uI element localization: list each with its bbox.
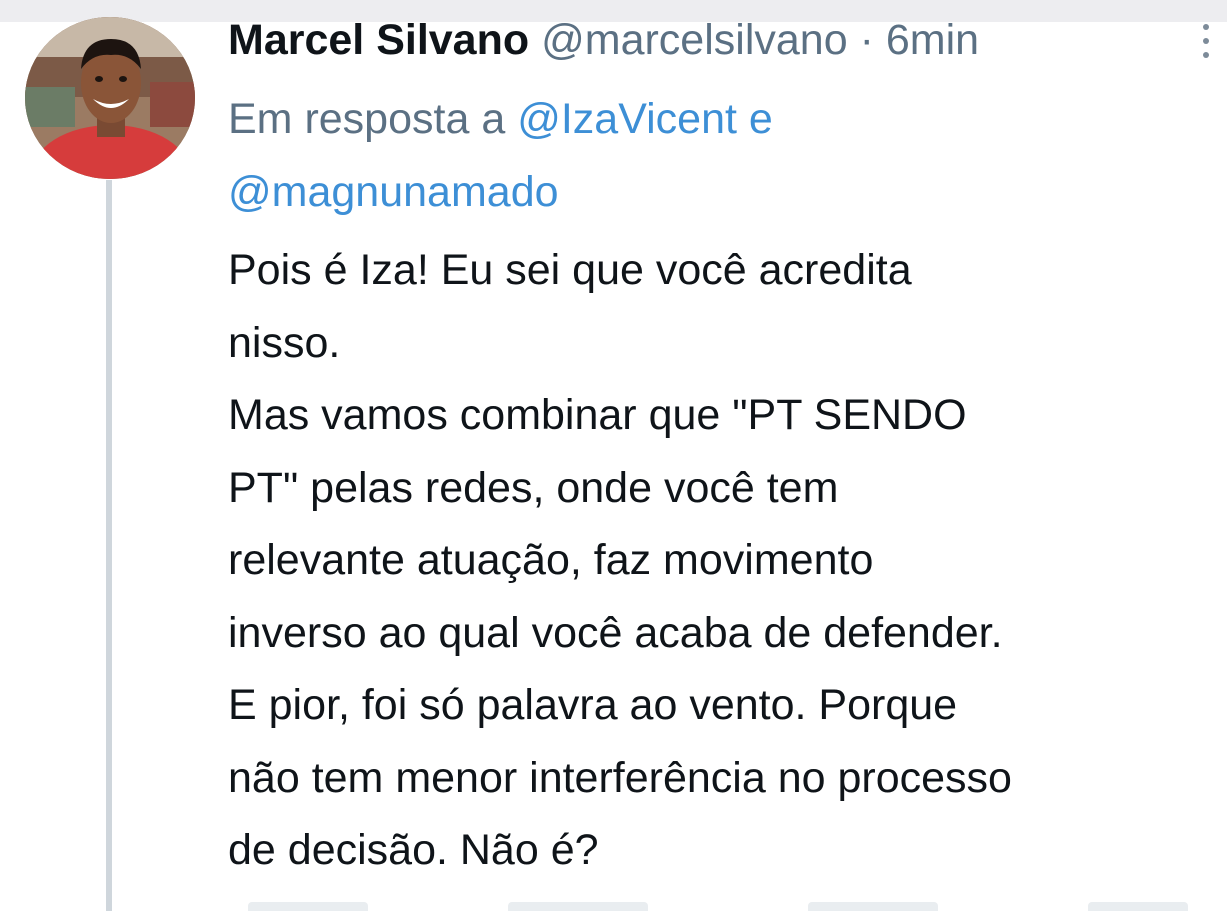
reply-context: Em resposta a @IzaVicent e @magnunamado bbox=[228, 83, 1188, 229]
author-handle[interactable]: @marcelsilvano bbox=[541, 16, 848, 64]
tweet-text-line: relevante atuação, faz movimento bbox=[228, 536, 874, 584]
tweet-text-line: inverso ao qual você acaba de defender. bbox=[228, 608, 1003, 657]
truncated-glyph bbox=[808, 902, 938, 911]
truncated-glyph bbox=[1088, 902, 1188, 911]
mention-link[interactable]: @IzaVicent bbox=[517, 95, 737, 143]
author-name[interactable]: Marcel Silvano bbox=[228, 16, 529, 64]
tweet-text-line: Mas vamos combinar que "PT SENDO bbox=[228, 391, 967, 439]
tweet-text: Pois é Iza! Eu sei que você acredita nis… bbox=[228, 234, 1227, 887]
tweet-text-line: PT" pelas redes, onde você tem bbox=[228, 463, 839, 512]
menu-dot bbox=[1203, 52, 1209, 58]
separator-dot: · bbox=[859, 16, 874, 64]
thread-line bbox=[106, 180, 112, 911]
truncated-glyph bbox=[248, 902, 368, 911]
avatar[interactable] bbox=[25, 17, 195, 179]
menu-dot bbox=[1203, 24, 1209, 30]
tweet-text-line: de decisão. Não é? bbox=[228, 826, 599, 874]
reply-joiner[interactable]: e bbox=[749, 95, 773, 143]
tweet[interactable]: Marcel Silvano @marcelsilvano · 6min Em … bbox=[0, 0, 1227, 911]
tweet-text-line: nisso. bbox=[228, 318, 341, 367]
tweet-header: Marcel Silvano @marcelsilvano · 6min bbox=[228, 14, 979, 66]
tweet-text-line: Pois é Iza! Eu sei que você acredita bbox=[228, 246, 912, 294]
mention-link[interactable]: @magnunamado bbox=[228, 168, 559, 216]
more-vertical-icon[interactable] bbox=[1198, 24, 1214, 70]
avatar-photo bbox=[25, 17, 195, 179]
menu-dot bbox=[1203, 38, 1209, 44]
reply-prefix: Em resposta a bbox=[228, 95, 506, 143]
timestamp[interactable]: 6min bbox=[886, 16, 979, 64]
tweet-text-line: E pior, foi só palavra ao vento. Porque bbox=[228, 681, 958, 729]
tweet-text-line: não tem menor interferência no processo bbox=[228, 753, 1012, 802]
truncated-glyph bbox=[508, 902, 648, 911]
truncated-action-row bbox=[228, 902, 1227, 911]
